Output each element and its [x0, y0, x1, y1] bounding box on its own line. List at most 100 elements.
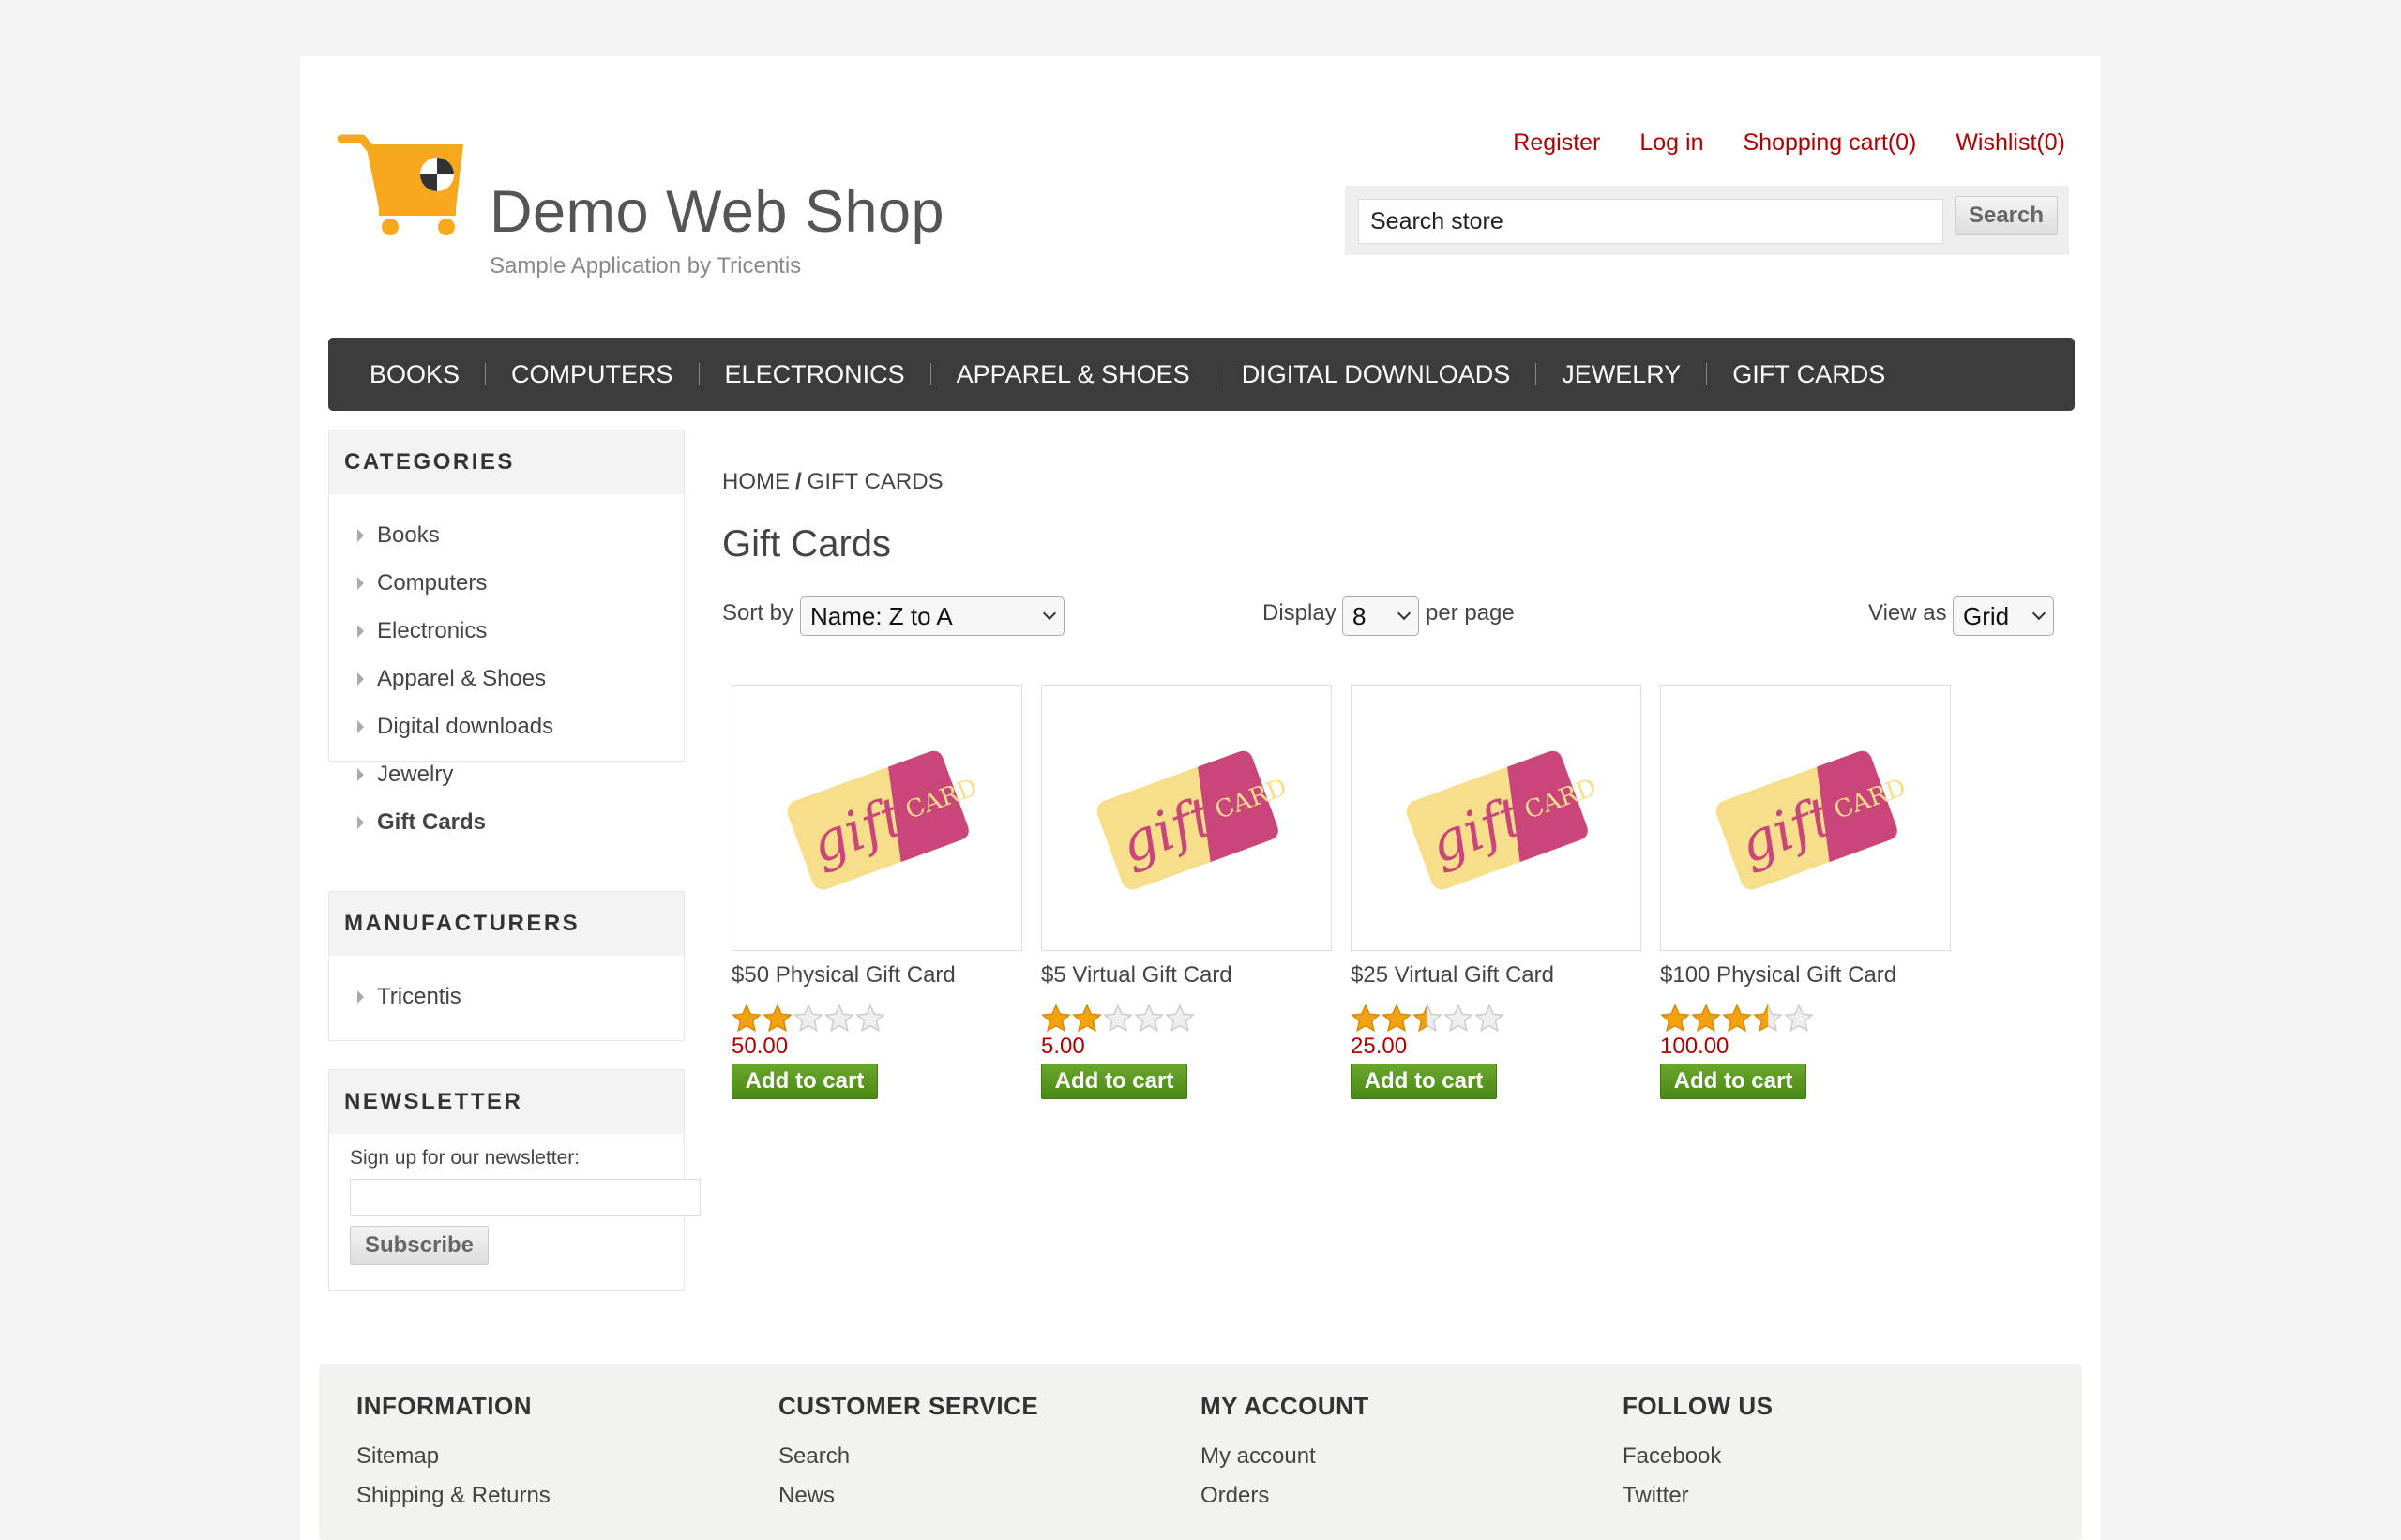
- product-title[interactable]: $5 Virtual Gift Card: [1041, 962, 1332, 989]
- star-icon: [732, 1004, 762, 1033]
- product-image[interactable]: gift CARD: [1351, 685, 1641, 951]
- category-item-digital-downloads[interactable]: Digital downloads: [357, 702, 684, 750]
- newsletter-title: NEWSLETTER: [329, 1070, 684, 1134]
- add-to-cart-button[interactable]: Add to cart: [1660, 1064, 1806, 1099]
- login-link[interactable]: Log in: [1639, 129, 1703, 157]
- category-item-electronics[interactable]: Electronics: [357, 607, 684, 655]
- subscribe-button[interactable]: Subscribe: [350, 1226, 489, 1265]
- site-subtitle: Sample Application by Tricentis: [490, 253, 802, 279]
- newsletter-block: NEWSLETTER Sign up for our newsletter: S…: [328, 1069, 701, 1291]
- manufacturer-label: Tricentis: [377, 983, 461, 1009]
- view-as-select[interactable]: Grid: [1953, 596, 2054, 636]
- breadcrumb: HOME / GIFT CARDS: [722, 469, 944, 495]
- product-image[interactable]: gift CARD: [732, 685, 1022, 951]
- product-rating: [1660, 1004, 1951, 1034]
- star-icon: [1722, 1004, 1752, 1033]
- footer-heading: FOLLOW US: [1623, 1392, 1774, 1420]
- view-as-select-value: Grid: [1963, 601, 2010, 630]
- category-item-jewelry[interactable]: Jewelry: [357, 750, 684, 798]
- arrow-right-icon: [357, 815, 364, 829]
- menu-item-digital-downloads[interactable]: DIGITAL DOWNLOADS: [1242, 360, 1511, 389]
- footer-link-twitter[interactable]: Twitter: [1623, 1483, 1773, 1522]
- arrow-right-icon: [357, 989, 364, 1004]
- display-select[interactable]: 8: [1342, 596, 1419, 636]
- search-input[interactable]: [1358, 199, 1943, 244]
- product-price: 50.00: [732, 1034, 789, 1059]
- product-card: gift CARD $50 Physical Gift Card 50.00 Add t…: [732, 685, 1022, 1099]
- footer-column-information: INFORMATION Sitemap Shipping & Returns: [356, 1392, 551, 1522]
- star-icon: [1474, 1004, 1504, 1033]
- add-to-cart-button[interactable]: Add to cart: [1041, 1064, 1187, 1099]
- add-to-cart-button[interactable]: Add to cart: [732, 1064, 878, 1099]
- footer-column-my-account: MY ACCOUNT My account Orders: [1200, 1392, 1369, 1522]
- sort-select[interactable]: Name: Z to A: [800, 596, 1065, 636]
- product-card: gift CARD $25 Virtual Gift Card 25.00 Add to…: [1351, 685, 1641, 1099]
- footer-column-customer-service: CUSTOMER SERVICE Search News: [778, 1392, 1038, 1522]
- chevron-down-icon: [1042, 606, 1057, 621]
- star-icon: [1784, 1004, 1814, 1033]
- category-item-gift-cards[interactable]: Gift Cards: [357, 798, 684, 846]
- category-item-computers[interactable]: Computers: [357, 559, 684, 607]
- manufacturers-block: MANUFACTURERS Tricentis: [328, 891, 685, 1041]
- display-select-value: 8: [1352, 601, 1367, 630]
- footer-link-news[interactable]: News: [778, 1483, 1038, 1522]
- add-to-cart-button[interactable]: Add to cart: [1351, 1064, 1497, 1099]
- product-title[interactable]: $50 Physical Gift Card: [732, 962, 1022, 989]
- star-icon: [793, 1004, 823, 1033]
- footer-link-sitemap[interactable]: Sitemap: [356, 1443, 551, 1483]
- logo[interactable]: Demo Web Shop Sample Application by Tric…: [338, 122, 944, 291]
- product-price: 25.00: [1351, 1034, 1408, 1059]
- manufacturers-list: Tricentis: [329, 956, 684, 1030]
- menu-separator: [929, 363, 931, 385]
- product-title[interactable]: $25 Virtual Gift Card: [1351, 962, 1641, 989]
- breadcrumb-home[interactable]: HOME: [722, 469, 790, 494]
- star-icon: [1134, 1004, 1164, 1033]
- footer-link-orders[interactable]: Orders: [1200, 1483, 1369, 1522]
- gift-card-image: giftCARD: [1096, 750, 1290, 890]
- gift-card-image: giftCARD: [1406, 750, 1599, 890]
- page: Demo Web Shop Sample Application by Tric…: [300, 56, 2101, 1540]
- menu-item-books[interactable]: BOOKS: [370, 360, 460, 389]
- newsletter-email-input[interactable]: [350, 1179, 701, 1216]
- categories-title: CATEGORIES: [329, 430, 684, 494]
- footer-link-my-account[interactable]: My account: [1200, 1443, 1369, 1483]
- star-icon: [1382, 1004, 1412, 1033]
- product-price: 5.00: [1041, 1034, 1085, 1059]
- menu-item-gift-cards[interactable]: GIFT CARDS: [1732, 360, 1885, 389]
- register-link[interactable]: Register: [1513, 129, 1600, 157]
- chevron-down-icon: [2031, 606, 2046, 621]
- menu-item-apparel-shoes[interactable]: APPAREL & SHOES: [957, 360, 1190, 389]
- category-label: Computers: [377, 569, 488, 596]
- category-item-apparel-shoes[interactable]: Apparel & Shoes: [357, 655, 684, 702]
- menu-item-computers[interactable]: COMPUTERS: [511, 360, 673, 389]
- product-image[interactable]: gift CARD: [1041, 685, 1332, 951]
- product-image[interactable]: gift CARD: [1660, 685, 1951, 951]
- manufacturer-item-tricentis[interactable]: Tricentis: [357, 973, 684, 1020]
- search-button[interactable]: Search: [1955, 196, 2058, 235]
- category-label: Digital downloads: [377, 713, 554, 739]
- menu-separator: [1535, 363, 1537, 385]
- star-icon: [1753, 1004, 1783, 1033]
- footer-heading: CUSTOMER SERVICE: [778, 1392, 1039, 1420]
- sort-select-value: Name: Z to A: [810, 601, 953, 630]
- footer-link-facebook[interactable]: Facebook: [1623, 1443, 1773, 1483]
- footer-link-shipping-returns[interactable]: Shipping & Returns: [356, 1483, 551, 1522]
- sort-label: Sort by: [722, 600, 794, 626]
- arrow-right-icon: [357, 767, 364, 781]
- footer-link-search[interactable]: Search: [778, 1443, 1038, 1483]
- star-icon: [1351, 1004, 1381, 1033]
- star-icon: [1443, 1004, 1473, 1033]
- footer-heading: MY ACCOUNT: [1200, 1392, 1369, 1420]
- menu-item-jewelry[interactable]: JEWELRY: [1562, 360, 1681, 389]
- display-label: Display: [1262, 600, 1336, 626]
- chevron-down-icon: [1397, 606, 1412, 621]
- newsletter-label: Sign up for our newsletter:: [350, 1147, 581, 1169]
- product-title[interactable]: $100 Physical Gift Card: [1660, 962, 1951, 989]
- arrow-right-icon: [357, 576, 364, 590]
- category-item-books[interactable]: Books: [357, 511, 684, 559]
- menu-item-electronics[interactable]: ELECTRONICS: [725, 360, 905, 389]
- product-card: gift CARD $5 Virtual Gift Card 5.00 Add to c…: [1041, 685, 1332, 1099]
- wishlist-link[interactable]: Wishlist(0): [1956, 129, 2065, 157]
- shopping-cart-link[interactable]: Shopping cart(0): [1744, 129, 1917, 157]
- menu-separator: [485, 363, 487, 385]
